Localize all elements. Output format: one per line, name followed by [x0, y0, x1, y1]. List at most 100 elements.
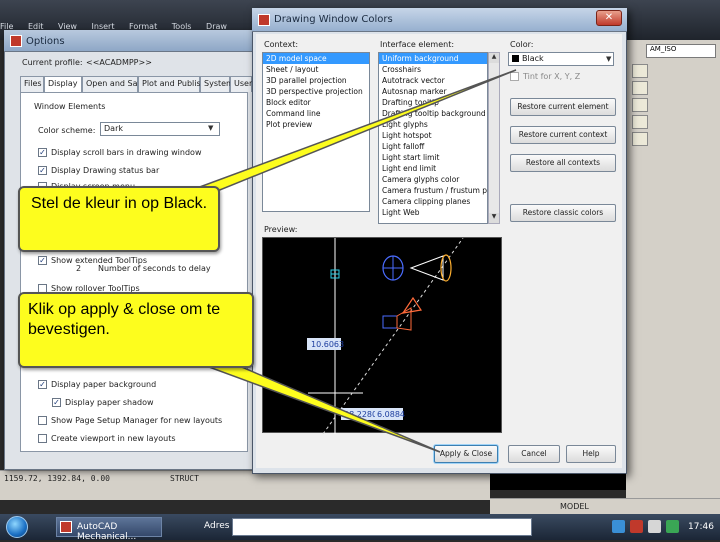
tab-display[interactable]: Display: [44, 76, 82, 93]
layer-combo[interactable]: AM_ISO: [646, 44, 716, 58]
dimension-tooltip-1: 10.6063: [311, 340, 344, 349]
toolbar-button[interactable]: [632, 132, 648, 146]
address-input[interactable]: [232, 518, 532, 536]
color-value: Black: [522, 54, 544, 63]
checkbox-unchecked-icon[interactable]: [38, 433, 47, 443]
checkbox-checked-icon[interactable]: ✓: [38, 379, 47, 389]
list-item[interactable]: 3D parallel projection: [263, 75, 369, 86]
autocad-app-icon: [60, 521, 72, 533]
list-item[interactable]: Light hotspot: [379, 130, 487, 141]
checkbox-label: Display Drawing status bar: [51, 165, 160, 175]
checkbox-checked-icon[interactable]: ✓: [38, 255, 47, 265]
preview-canvas: 10.6063 28.2280 6.0884: [262, 237, 502, 435]
list-scrollbar[interactable]: ▲ ▼: [488, 52, 500, 224]
camera-glyph-icon: [382, 315, 398, 329]
color-swatch: [512, 55, 519, 62]
tab-system[interactable]: System: [200, 76, 234, 92]
checkbox-checked-icon[interactable]: ✓: [38, 165, 47, 175]
checkbox-row[interactable]: Show Page Setup Manager for new layouts: [38, 414, 222, 426]
list-item[interactable]: Autotrack vector: [379, 75, 487, 86]
checkbox-unchecked-icon[interactable]: [38, 415, 47, 425]
interface-element-list[interactable]: Uniform background Crosshairs Autotrack …: [378, 52, 488, 224]
list-item[interactable]: Light end limit: [379, 163, 487, 174]
current-profile-label: Current profile:: [22, 58, 83, 67]
context-list[interactable]: 2D model space Sheet / layout 3D paralle…: [262, 52, 370, 212]
callout-apply-instruction: Klik op apply & close om te bevestigen.: [18, 292, 254, 368]
color-scheme-select[interactable]: Dark: [100, 122, 220, 136]
cancel-button[interactable]: Cancel: [508, 445, 560, 463]
apply-close-button[interactable]: Apply & Close: [434, 445, 498, 463]
tab-open-save[interactable]: Open and Save: [82, 76, 147, 92]
start-button[interactable]: [6, 516, 28, 538]
list-item[interactable]: Crosshairs: [379, 64, 487, 75]
list-item[interactable]: Camera clipping planes: [379, 196, 487, 207]
volume-icon[interactable]: [648, 520, 661, 533]
dimension-tooltip-2: 28.2280: [344, 410, 377, 419]
toolbar-button[interactable]: [632, 115, 648, 129]
chevron-down-icon[interactable]: ▼: [606, 55, 611, 63]
checkbox-row[interactable]: ✓ Display paper shadow: [52, 396, 154, 408]
tab-files[interactable]: Files: [20, 76, 44, 92]
list-item[interactable]: Camera glyphs color: [379, 174, 487, 185]
interface-element-label: Interface element:: [380, 40, 455, 49]
restore-all-contexts-button[interactable]: Restore all contexts: [510, 154, 616, 172]
color-scheme-label: Color scheme:: [38, 126, 96, 135]
model-toggle[interactable]: MODEL: [560, 502, 589, 511]
seconds-delay-label: Number of seconds to delay: [98, 264, 211, 273]
checkbox-checked-icon[interactable]: ✓: [52, 397, 61, 407]
list-item[interactable]: Light start limit: [379, 152, 487, 163]
list-item[interactable]: 3D perspective projection: [263, 86, 369, 97]
checkbox-label: Display paper background: [51, 379, 157, 389]
camera-glyph-icon: [409, 255, 444, 281]
chevron-down-icon[interactable]: ▼: [208, 124, 213, 132]
list-item[interactable]: Drafting tooltip: [379, 97, 487, 108]
options-title: Options: [26, 36, 65, 47]
list-item[interactable]: Camera frustum / frustum plane: [379, 185, 487, 196]
checkbox-label: Create viewport in new layouts: [51, 433, 176, 443]
help-button[interactable]: Help: [566, 445, 616, 463]
window-elements-heading: Window Elements: [34, 102, 106, 111]
toolbar-button[interactable]: [632, 64, 648, 78]
battery-icon[interactable]: [666, 520, 679, 533]
checkbox-row[interactable]: ✓ Display scroll bars in drawing window: [38, 146, 202, 158]
list-item[interactable]: Plot preview: [263, 119, 369, 130]
tab-user[interactable]: User: [230, 76, 252, 92]
options-tabs: Files Display Open and Save Plot and Pub…: [20, 76, 256, 93]
restore-current-context-button[interactable]: Restore current context: [510, 126, 616, 144]
list-item[interactable]: 2D model space: [263, 53, 369, 64]
security-icon[interactable]: [630, 520, 643, 533]
context-label: Context:: [264, 40, 299, 49]
list-item[interactable]: Light glyphs: [379, 119, 487, 130]
toolbar-button[interactable]: [632, 81, 648, 95]
list-item[interactable]: Autosnap marker: [379, 86, 487, 97]
seconds-delay-value[interactable]: 2: [76, 264, 81, 273]
struct-toggle[interactable]: STRUCT: [170, 474, 199, 483]
list-item[interactable]: Light falloff: [379, 141, 487, 152]
status-bar-right: [490, 498, 720, 514]
checkbox-row[interactable]: Create viewport in new layouts: [38, 432, 176, 444]
checkbox-label: Display scroll bars in drawing window: [51, 147, 202, 157]
tint-label: Tint for X, Y, Z: [523, 72, 581, 81]
checkbox-unchecked-icon[interactable]: [510, 72, 519, 81]
coordinate-readout: 1159.72, 1392.84, 0.00: [4, 474, 110, 483]
list-item[interactable]: Light Web: [379, 207, 487, 218]
list-item[interactable]: Command line: [263, 108, 369, 119]
restore-current-element-button[interactable]: Restore current element: [510, 98, 616, 116]
network-icon[interactable]: [612, 520, 625, 533]
checkbox-row[interactable]: ✓ Display Drawing status bar: [38, 164, 159, 176]
restore-classic-colors-button[interactable]: Restore classic colors: [510, 204, 616, 222]
list-item[interactable]: Drafting tooltip background: [379, 108, 487, 119]
list-item[interactable]: Block editor: [263, 97, 369, 108]
scroll-up-icon[interactable]: ▲: [489, 53, 499, 63]
list-item[interactable]: Uniform background: [379, 53, 487, 64]
preview-label: Preview:: [264, 225, 298, 234]
checkbox-checked-icon[interactable]: ✓: [38, 147, 47, 157]
tab-plot-publish[interactable]: Plot and Publish: [138, 76, 206, 92]
close-icon[interactable]: ✕: [596, 10, 622, 26]
list-item[interactable]: Sheet / layout: [263, 64, 369, 75]
checkbox-row[interactable]: ✓ Display paper background: [38, 378, 156, 390]
tint-checkbox-row[interactable]: Tint for X, Y, Z: [510, 72, 580, 81]
system-clock: 17:46: [688, 522, 714, 532]
scroll-down-icon[interactable]: ▼: [489, 213, 499, 223]
toolbar-button[interactable]: [632, 98, 648, 112]
